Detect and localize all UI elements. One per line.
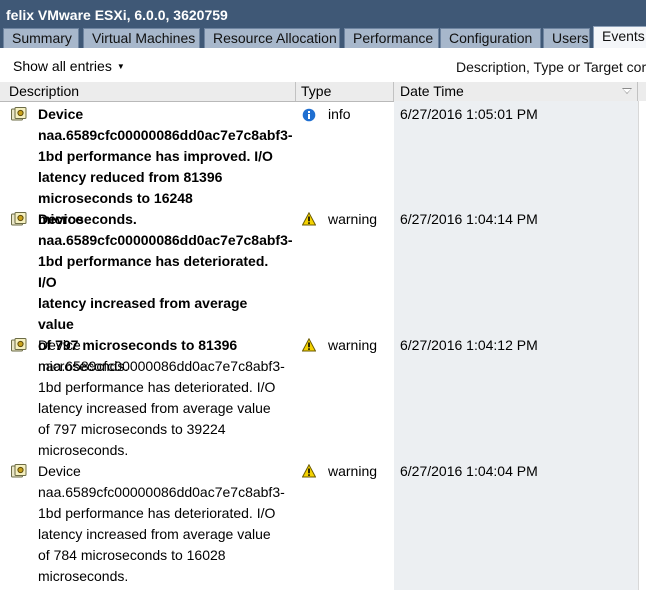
description-line: Device bbox=[38, 106, 84, 122]
description-line: microseconds. bbox=[38, 442, 129, 458]
event-date-time: 6/27/2016 1:04:12 PM bbox=[400, 337, 538, 353]
description-line: Device bbox=[38, 337, 81, 353]
events-grid-header: Description Type Date Time bbox=[0, 82, 646, 102]
description-line: Device bbox=[38, 211, 84, 227]
column-header-type[interactable]: Type bbox=[296, 82, 394, 101]
event-icon bbox=[11, 464, 27, 478]
warning-icon bbox=[302, 464, 316, 478]
show-all-entries-label: Show all entries bbox=[13, 58, 112, 74]
tab-bar: Summary Virtual Machines Resource Alloca… bbox=[0, 26, 646, 48]
event-type: warning bbox=[328, 337, 378, 353]
tab-summary[interactable]: Summary bbox=[3, 28, 79, 48]
event-date-time: 6/27/2016 1:04:04 PM bbox=[400, 463, 538, 479]
tab-performance[interactable]: Performance bbox=[344, 28, 439, 48]
event-description: Device naa.6589cfc00000086dd0ac7e7c8abf3… bbox=[38, 461, 285, 587]
description-line: naa.6589cfc00000086dd0ac7e7c8abf3- bbox=[38, 127, 293, 143]
sort-descending-icon[interactable] bbox=[622, 88, 632, 94]
description-line: of 784 microseconds to 16028 bbox=[38, 547, 226, 563]
info-icon bbox=[302, 108, 316, 122]
event-icon bbox=[11, 212, 27, 226]
event-type: warning bbox=[328, 211, 378, 227]
window-title: felix VMware ESXi, 6.0.0, 3620759 bbox=[0, 0, 646, 26]
description-line: latency increased from average value bbox=[38, 526, 271, 542]
description-line: latency increased from average value bbox=[38, 295, 248, 332]
event-date-time: 6/27/2016 1:05:01 PM bbox=[400, 106, 538, 122]
description-line: naa.6589cfc00000086dd0ac7e7c8abf3- bbox=[38, 484, 285, 500]
events-toolbar: Show all entries ▼ Description, Type or T… bbox=[0, 48, 646, 83]
description-line: latency reduced from 81396 bbox=[38, 169, 223, 185]
tab-resource-allocation[interactable]: Resource Allocation bbox=[204, 28, 340, 48]
description-line: Device bbox=[38, 463, 81, 479]
dropdown-arrow-icon: ▼ bbox=[116, 62, 125, 71]
description-line: 1bd performance has deteriorated. I/O bbox=[38, 253, 269, 290]
event-description: Device naa.6589cfc00000086dd0ac7e7c8abf3… bbox=[38, 335, 285, 461]
event-icon bbox=[11, 107, 27, 121]
event-type: warning bbox=[328, 463, 378, 479]
description-line: naa.6589cfc00000086dd0ac7e7c8abf3- bbox=[38, 358, 285, 374]
event-icon bbox=[11, 338, 27, 352]
show-all-entries-dropdown[interactable]: Show all entries ▼ bbox=[13, 58, 125, 74]
warning-icon bbox=[302, 338, 316, 352]
event-date-time: 6/27/2016 1:04:14 PM bbox=[400, 211, 538, 227]
description-line: latency increased from average value bbox=[38, 400, 271, 416]
tab-configuration[interactable]: Configuration bbox=[440, 28, 541, 48]
column-header-date-time[interactable]: Date Time bbox=[394, 82, 638, 101]
description-line: 1bd performance has deteriorated. I/O bbox=[38, 379, 276, 395]
description-line: of 797 microseconds to 39224 bbox=[38, 421, 226, 437]
filter-field[interactable]: Description, Type or Target cor bbox=[456, 59, 646, 75]
warning-icon bbox=[302, 212, 316, 226]
description-line: 1bd performance has improved. I/O bbox=[38, 148, 273, 164]
tab-users[interactable]: Users bbox=[543, 28, 590, 48]
vertical-scrollbar[interactable] bbox=[638, 101, 646, 590]
description-line: 1bd performance has deteriorated. I/O bbox=[38, 505, 276, 521]
tab-events[interactable]: Events bbox=[593, 26, 646, 48]
tab-virtual-machines[interactable]: Virtual Machines bbox=[83, 28, 200, 48]
column-header-description[interactable]: Description bbox=[0, 82, 296, 101]
event-type: info bbox=[328, 106, 351, 122]
description-line: microseconds. bbox=[38, 568, 129, 584]
description-line: naa.6589cfc00000086dd0ac7e7c8abf3- bbox=[38, 232, 293, 248]
